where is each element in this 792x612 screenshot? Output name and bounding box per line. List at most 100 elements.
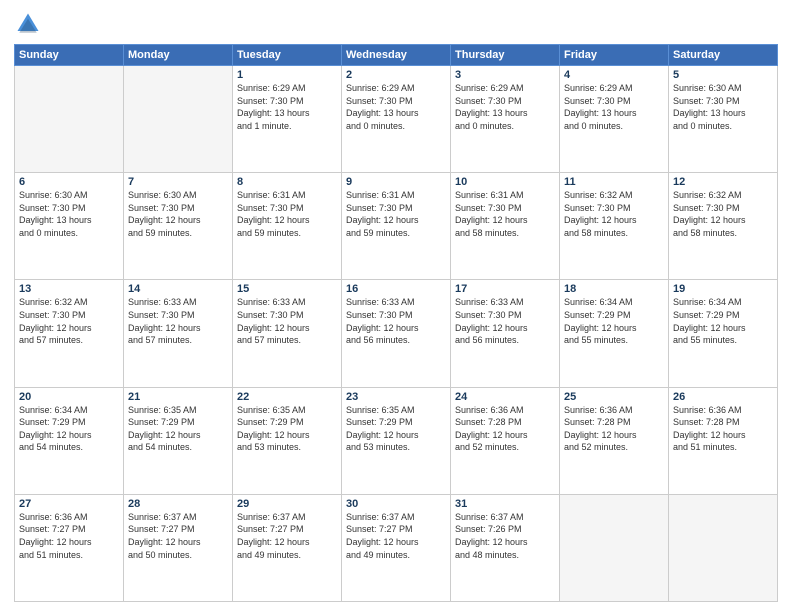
calendar-cell: 9Sunrise: 6:31 AM Sunset: 7:30 PM Daylig… <box>342 173 451 280</box>
calendar-cell: 19Sunrise: 6:34 AM Sunset: 7:29 PM Dayli… <box>669 280 778 387</box>
page: SundayMondayTuesdayWednesdayThursdayFrid… <box>0 0 792 612</box>
calendar-cell: 13Sunrise: 6:32 AM Sunset: 7:30 PM Dayli… <box>15 280 124 387</box>
week-row-4: 20Sunrise: 6:34 AM Sunset: 7:29 PM Dayli… <box>15 387 778 494</box>
calendar-cell: 10Sunrise: 6:31 AM Sunset: 7:30 PM Dayli… <box>451 173 560 280</box>
calendar-cell: 8Sunrise: 6:31 AM Sunset: 7:30 PM Daylig… <box>233 173 342 280</box>
day-info: Sunrise: 6:34 AM Sunset: 7:29 PM Dayligh… <box>19 404 119 454</box>
day-number: 16 <box>346 283 446 295</box>
day-info: Sunrise: 6:37 AM Sunset: 7:27 PM Dayligh… <box>237 511 337 561</box>
day-info: Sunrise: 6:29 AM Sunset: 7:30 PM Dayligh… <box>455 82 555 132</box>
calendar-cell: 18Sunrise: 6:34 AM Sunset: 7:29 PM Dayli… <box>560 280 669 387</box>
calendar-cell: 17Sunrise: 6:33 AM Sunset: 7:30 PM Dayli… <box>451 280 560 387</box>
day-number: 5 <box>673 69 773 81</box>
day-info: Sunrise: 6:33 AM Sunset: 7:30 PM Dayligh… <box>346 296 446 346</box>
day-number: 4 <box>564 69 664 81</box>
day-info: Sunrise: 6:37 AM Sunset: 7:27 PM Dayligh… <box>346 511 446 561</box>
calendar-cell: 31Sunrise: 6:37 AM Sunset: 7:26 PM Dayli… <box>451 494 560 601</box>
day-number: 12 <box>673 176 773 188</box>
calendar-cell: 12Sunrise: 6:32 AM Sunset: 7:30 PM Dayli… <box>669 173 778 280</box>
day-info: Sunrise: 6:36 AM Sunset: 7:28 PM Dayligh… <box>455 404 555 454</box>
day-number: 28 <box>128 498 228 510</box>
day-header-friday: Friday <box>560 45 669 66</box>
day-header-tuesday: Tuesday <box>233 45 342 66</box>
day-info: Sunrise: 6:36 AM Sunset: 7:27 PM Dayligh… <box>19 511 119 561</box>
calendar-cell: 20Sunrise: 6:34 AM Sunset: 7:29 PM Dayli… <box>15 387 124 494</box>
day-info: Sunrise: 6:29 AM Sunset: 7:30 PM Dayligh… <box>564 82 664 132</box>
calendar-cell: 5Sunrise: 6:30 AM Sunset: 7:30 PM Daylig… <box>669 66 778 173</box>
day-info: Sunrise: 6:35 AM Sunset: 7:29 PM Dayligh… <box>237 404 337 454</box>
day-number: 7 <box>128 176 228 188</box>
day-info: Sunrise: 6:37 AM Sunset: 7:27 PM Dayligh… <box>128 511 228 561</box>
day-info: Sunrise: 6:29 AM Sunset: 7:30 PM Dayligh… <box>346 82 446 132</box>
day-number: 26 <box>673 391 773 403</box>
day-header-saturday: Saturday <box>669 45 778 66</box>
calendar-cell: 4Sunrise: 6:29 AM Sunset: 7:30 PM Daylig… <box>560 66 669 173</box>
day-number: 23 <box>346 391 446 403</box>
week-row-3: 13Sunrise: 6:32 AM Sunset: 7:30 PM Dayli… <box>15 280 778 387</box>
day-number: 21 <box>128 391 228 403</box>
day-header-wednesday: Wednesday <box>342 45 451 66</box>
calendar-cell: 26Sunrise: 6:36 AM Sunset: 7:28 PM Dayli… <box>669 387 778 494</box>
day-info: Sunrise: 6:32 AM Sunset: 7:30 PM Dayligh… <box>19 296 119 346</box>
calendar-cell: 24Sunrise: 6:36 AM Sunset: 7:28 PM Dayli… <box>451 387 560 494</box>
day-info: Sunrise: 6:35 AM Sunset: 7:29 PM Dayligh… <box>346 404 446 454</box>
day-info: Sunrise: 6:36 AM Sunset: 7:28 PM Dayligh… <box>564 404 664 454</box>
calendar-cell: 15Sunrise: 6:33 AM Sunset: 7:30 PM Dayli… <box>233 280 342 387</box>
day-info: Sunrise: 6:30 AM Sunset: 7:30 PM Dayligh… <box>19 189 119 239</box>
day-number: 25 <box>564 391 664 403</box>
week-row-1: 1 Sunrise: 6:29 AM Sunset: 7:30 PM Daylig… <box>15 66 778 173</box>
day-header-sunday: Sunday <box>15 45 124 66</box>
day-number: 14 <box>128 283 228 295</box>
day-info: Sunrise: 6:34 AM Sunset: 7:29 PM Dayligh… <box>673 296 773 346</box>
calendar-cell: 3Sunrise: 6:29 AM Sunset: 7:30 PM Daylig… <box>451 66 560 173</box>
day-number: 10 <box>455 176 555 188</box>
day-info: Sunrise: 6:31 AM Sunset: 7:30 PM Dayligh… <box>346 189 446 239</box>
day-number: 24 <box>455 391 555 403</box>
calendar-cell: 23Sunrise: 6:35 AM Sunset: 7:29 PM Dayli… <box>342 387 451 494</box>
day-number: 13 <box>19 283 119 295</box>
calendar-cell <box>15 66 124 173</box>
calendar-cell: 21Sunrise: 6:35 AM Sunset: 7:29 PM Dayli… <box>124 387 233 494</box>
calendar-cell: 29Sunrise: 6:37 AM Sunset: 7:27 PM Dayli… <box>233 494 342 601</box>
day-number: 18 <box>564 283 664 295</box>
day-number: 20 <box>19 391 119 403</box>
day-info: Sunrise: 6:30 AM Sunset: 7:30 PM Dayligh… <box>128 189 228 239</box>
calendar-cell: 27Sunrise: 6:36 AM Sunset: 7:27 PM Dayli… <box>15 494 124 601</box>
calendar-cell: 2Sunrise: 6:29 AM Sunset: 7:30 PM Daylig… <box>342 66 451 173</box>
day-number: 19 <box>673 283 773 295</box>
day-number: 15 <box>237 283 337 295</box>
calendar-cell: 25Sunrise: 6:36 AM Sunset: 7:28 PM Dayli… <box>560 387 669 494</box>
day-number: 1 <box>237 69 337 81</box>
day-number: 6 <box>19 176 119 188</box>
day-info: Sunrise: 6:34 AM Sunset: 7:29 PM Dayligh… <box>564 296 664 346</box>
calendar-cell: 6Sunrise: 6:30 AM Sunset: 7:30 PM Daylig… <box>15 173 124 280</box>
day-info: Sunrise: 6:35 AM Sunset: 7:29 PM Dayligh… <box>128 404 228 454</box>
day-number: 31 <box>455 498 555 510</box>
calendar-cell: 14Sunrise: 6:33 AM Sunset: 7:30 PM Dayli… <box>124 280 233 387</box>
logo <box>14 10 46 38</box>
day-number: 29 <box>237 498 337 510</box>
calendar-cell: 7Sunrise: 6:30 AM Sunset: 7:30 PM Daylig… <box>124 173 233 280</box>
calendar-cell: 30Sunrise: 6:37 AM Sunset: 7:27 PM Dayli… <box>342 494 451 601</box>
calendar-cell: 28Sunrise: 6:37 AM Sunset: 7:27 PM Dayli… <box>124 494 233 601</box>
day-info: Sunrise: 6:33 AM Sunset: 7:30 PM Dayligh… <box>128 296 228 346</box>
calendar-header-row: SundayMondayTuesdayWednesdayThursdayFrid… <box>15 45 778 66</box>
day-info: Sunrise: 6:37 AM Sunset: 7:26 PM Dayligh… <box>455 511 555 561</box>
week-row-2: 6Sunrise: 6:30 AM Sunset: 7:30 PM Daylig… <box>15 173 778 280</box>
day-info: Sunrise: 6:32 AM Sunset: 7:30 PM Dayligh… <box>564 189 664 239</box>
day-info: Sunrise: 6:36 AM Sunset: 7:28 PM Dayligh… <box>673 404 773 454</box>
day-number: 11 <box>564 176 664 188</box>
week-row-5: 27Sunrise: 6:36 AM Sunset: 7:27 PM Dayli… <box>15 494 778 601</box>
day-info: Sunrise: 6:32 AM Sunset: 7:30 PM Dayligh… <box>673 189 773 239</box>
day-number: 22 <box>237 391 337 403</box>
calendar-cell <box>560 494 669 601</box>
day-number: 9 <box>346 176 446 188</box>
calendar-cell: 16Sunrise: 6:33 AM Sunset: 7:30 PM Dayli… <box>342 280 451 387</box>
calendar-cell: 22Sunrise: 6:35 AM Sunset: 7:29 PM Dayli… <box>233 387 342 494</box>
day-info: Sunrise: 6:31 AM Sunset: 7:30 PM Dayligh… <box>455 189 555 239</box>
day-info: Sunrise: 6:33 AM Sunset: 7:30 PM Dayligh… <box>455 296 555 346</box>
header <box>14 10 778 38</box>
day-header-monday: Monday <box>124 45 233 66</box>
day-number: 17 <box>455 283 555 295</box>
day-number: 2 <box>346 69 446 81</box>
